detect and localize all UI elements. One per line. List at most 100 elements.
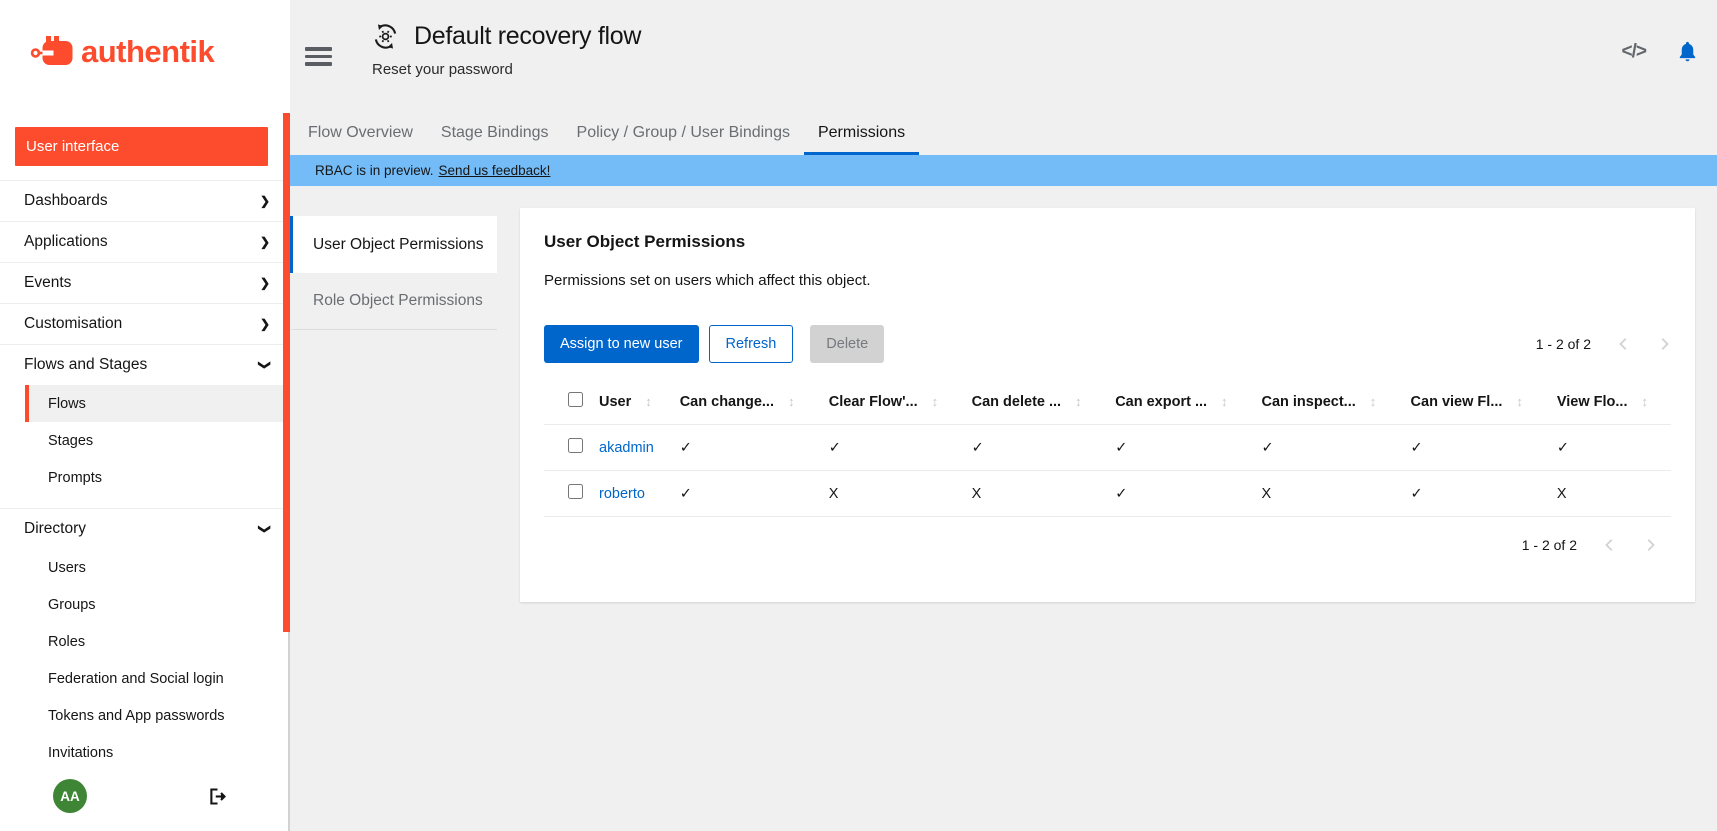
permission-cell: ✓ xyxy=(1403,425,1549,471)
authentik-key-icon xyxy=(30,33,74,71)
sidebar-item-groups[interactable]: Groups xyxy=(25,586,290,623)
feedback-link[interactable]: Send us feedback! xyxy=(439,163,551,178)
subtab-user-object-permissions[interactable]: User Object Permissions xyxy=(290,216,497,273)
permission-cell: ✓ xyxy=(964,425,1108,471)
header-actions: </> xyxy=(1622,0,1699,63)
column-header-can-view: Can view Fl...↕ xyxy=(1403,379,1549,425)
tab-flow-overview[interactable]: Flow Overview xyxy=(294,113,427,155)
sidebar-item-invitations[interactable]: Invitations xyxy=(25,734,290,771)
refresh-button[interactable]: Refresh xyxy=(709,325,794,363)
tab-permissions[interactable]: Permissions xyxy=(804,113,919,155)
sidebar: authentik User interface Dashboards ❯ Ap… xyxy=(0,0,290,831)
sort-icon[interactable]: ↕ xyxy=(1370,394,1377,409)
tab-bar: Flow Overview Stage Bindings Policy / Gr… xyxy=(290,113,1717,155)
permission-cell: ✓ xyxy=(1549,425,1671,471)
delete-button[interactable]: Delete xyxy=(810,325,884,363)
sidebar-item-customisation[interactable]: Customisation ❯ xyxy=(0,304,290,344)
table-header-row: User↕ Can change...↕ Clear Flow'...↕ Can… xyxy=(544,379,1671,425)
flow-gear-icon xyxy=(372,23,399,50)
next-page-button[interactable] xyxy=(1643,538,1657,552)
sidebar-footer: AA xyxy=(0,779,280,813)
sidebar-item-directory[interactable]: Directory ❯ xyxy=(0,509,290,549)
permission-cell: ✓ xyxy=(672,425,821,471)
card-title: User Object Permissions xyxy=(544,232,1671,252)
user-interface-button[interactable]: User interface xyxy=(15,127,268,166)
brand-wordmark: authentik xyxy=(81,34,214,70)
chevron-right-icon: ❯ xyxy=(260,276,270,290)
sign-out-icon[interactable] xyxy=(207,786,228,807)
rbac-preview-banner: RBAC is in preview. Send us feedback! xyxy=(290,155,1717,186)
permission-cell: ✓ xyxy=(1253,425,1402,471)
sidebar-item-label: Dashboards xyxy=(24,192,108,210)
tab-stage-bindings[interactable]: Stage Bindings xyxy=(427,113,563,155)
next-page-button[interactable] xyxy=(1657,337,1671,351)
permission-cell: ✓ xyxy=(1107,425,1253,471)
app-window: authentik User interface Dashboards ❯ Ap… xyxy=(0,0,1717,831)
content-area: User Object Permissions Role Object Perm… xyxy=(290,186,1717,831)
pagination-label: 1 - 2 of 2 xyxy=(1522,537,1577,553)
select-all-checkbox[interactable] xyxy=(568,392,583,407)
column-header-user: User↕ xyxy=(591,379,672,425)
column-header-can-export: Can export ...↕ xyxy=(1107,379,1253,425)
permission-cell: ✓ xyxy=(821,425,964,471)
permission-cell: ✓ xyxy=(1403,471,1549,517)
sidebar-item-events[interactable]: Events ❯ xyxy=(0,263,290,303)
sort-icon[interactable]: ↕ xyxy=(645,394,652,409)
api-browser-icon[interactable]: </> xyxy=(1622,41,1646,63)
tab-policy-group-user-bindings[interactable]: Policy / Group / User Bindings xyxy=(563,113,804,155)
menu-icon[interactable] xyxy=(305,47,332,70)
chevron-down-icon: ❯ xyxy=(258,360,272,370)
avatar[interactable]: AA xyxy=(53,779,87,813)
column-header-clear-flow: Clear Flow'...↕ xyxy=(821,379,964,425)
row-checkbox[interactable] xyxy=(568,438,583,453)
assign-to-new-user-button[interactable]: Assign to new user xyxy=(544,325,699,363)
sort-icon[interactable]: ↕ xyxy=(1075,394,1082,409)
sidebar-item-label: Flows and Stages xyxy=(24,356,147,374)
user-link[interactable]: roberto xyxy=(599,486,645,502)
sidebar-item-label: Customisation xyxy=(24,315,122,333)
sort-icon[interactable]: ↕ xyxy=(1221,394,1228,409)
sidebar-item-federation[interactable]: Federation and Social login xyxy=(25,660,290,697)
column-header-can-inspect: Can inspect...↕ xyxy=(1253,379,1402,425)
column-header-view-flow: View Flo...↕ xyxy=(1549,379,1671,425)
sidebar-item-prompts[interactable]: Prompts xyxy=(25,459,290,496)
notification-bell-icon[interactable] xyxy=(1676,40,1699,63)
sidebar-item-tokens[interactable]: Tokens and App passwords xyxy=(25,697,290,734)
sort-icon[interactable]: ↕ xyxy=(932,394,939,409)
subtab-role-object-permissions[interactable]: Role Object Permissions xyxy=(290,273,497,330)
sidebar-item-label: Events xyxy=(24,274,71,292)
user-link[interactable]: akadmin xyxy=(599,440,654,456)
previous-page-button[interactable] xyxy=(1617,337,1631,351)
permission-cell: ✓ xyxy=(672,471,821,517)
row-checkbox[interactable] xyxy=(568,484,583,499)
column-header-can-change: Can change...↕ xyxy=(672,379,821,425)
pagination-bottom: 1 - 2 of 2 xyxy=(544,537,1671,553)
page-title: Default recovery flow xyxy=(414,22,641,51)
sort-icon[interactable]: ↕ xyxy=(788,394,795,409)
permission-cell: X xyxy=(821,471,964,517)
authentik-logo[interactable]: authentik xyxy=(0,0,290,71)
sort-icon[interactable]: ↕ xyxy=(1516,394,1523,409)
column-header-can-delete: Can delete ...↕ xyxy=(964,379,1108,425)
table-row: akadmin ✓ ✓ ✓ ✓ ✓ ✓ ✓ xyxy=(544,425,1671,471)
sidebar-border xyxy=(288,632,290,831)
sidebar-nav: Dashboards ❯ Applications ❯ Events ❯ Cus… xyxy=(0,180,290,783)
sidebar-item-dashboards[interactable]: Dashboards ❯ xyxy=(0,181,290,221)
sidebar-item-flows[interactable]: Flows xyxy=(25,385,290,422)
previous-page-button[interactable] xyxy=(1603,538,1617,552)
sidebar-item-applications[interactable]: Applications ❯ xyxy=(0,222,290,262)
chevron-right-icon: ❯ xyxy=(260,235,270,249)
page-subtitle: Reset your password xyxy=(372,61,641,78)
sidebar-item-stages[interactable]: Stages xyxy=(25,422,290,459)
sort-icon[interactable]: ↕ xyxy=(1641,394,1648,409)
table-toolbar: Assign to new user Refresh Delete 1 - 2 … xyxy=(544,325,1671,363)
sidebar-item-roles[interactable]: Roles xyxy=(25,623,290,660)
pagination-label: 1 - 2 of 2 xyxy=(1536,336,1591,352)
main-area: Default recovery flow Reset your passwor… xyxy=(290,0,1717,831)
banner-text: RBAC is in preview. xyxy=(315,163,434,178)
accent-divider xyxy=(283,113,290,632)
sidebar-item-users[interactable]: Users xyxy=(25,549,290,586)
title-block: Default recovery flow Reset your passwor… xyxy=(372,0,641,78)
sidebar-item-flows-and-stages[interactable]: Flows and Stages ❯ xyxy=(0,345,290,385)
page-header: Default recovery flow Reset your passwor… xyxy=(290,0,1717,113)
